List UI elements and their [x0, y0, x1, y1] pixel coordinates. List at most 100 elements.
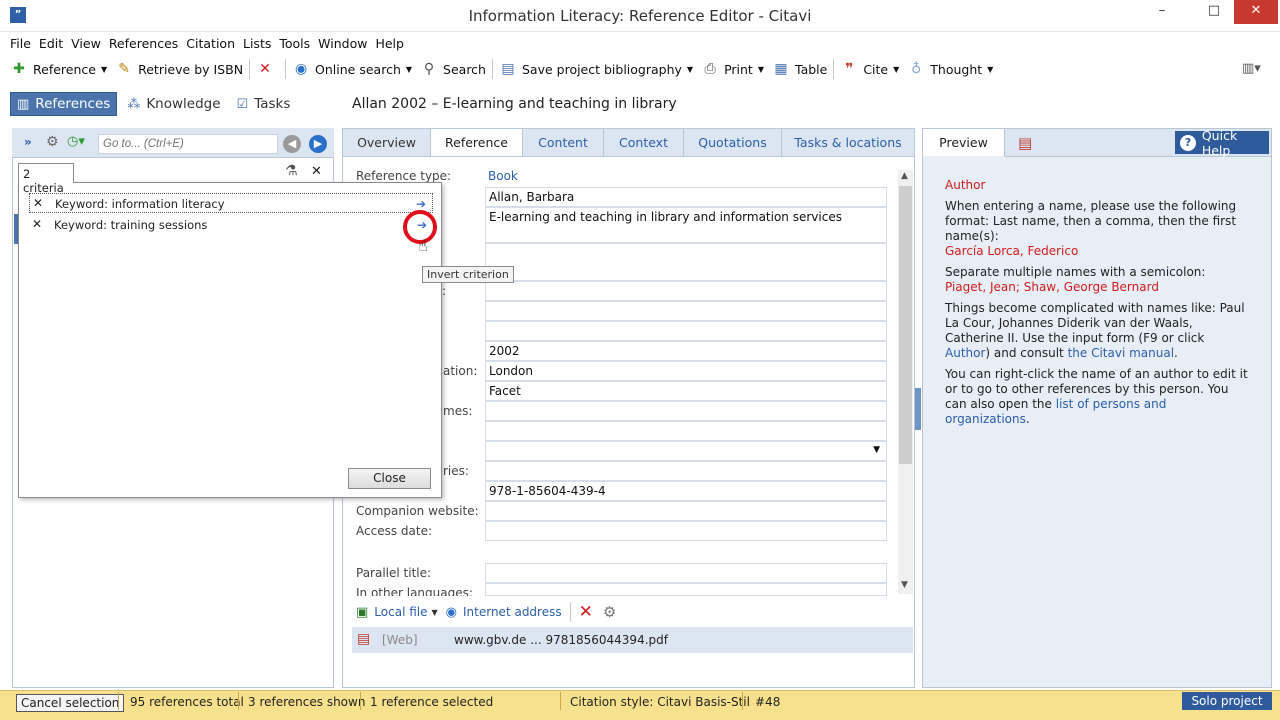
scrollbar-thumb[interactable] — [899, 186, 912, 464]
section-tasks[interactable]: ☑ Tasks — [231, 93, 297, 115]
translators-field[interactable] — [485, 421, 887, 441]
add-reference-button[interactable]: ✚ Reference ▼ — [10, 61, 107, 77]
table-button[interactable]: ▦ Table — [772, 61, 827, 77]
help-text-segment: When entering a name, please use the fol… — [945, 199, 1237, 243]
gear-icon[interactable]: ⚙ — [603, 603, 616, 621]
tab-tasks-locations[interactable]: Tasks & locations — [782, 128, 915, 157]
criteria-count-tab[interactable]: 2 criteria — [18, 163, 74, 195]
maximize-button[interactable]: □ — [1196, 0, 1232, 24]
scroll-down-icon[interactable]: ▼ — [901, 580, 908, 590]
search-button[interactable]: ⚲ Search — [420, 61, 486, 77]
access-date-field[interactable] — [485, 521, 887, 541]
isbn-field[interactable]: 978-1-85604-439-4 — [485, 481, 887, 501]
history-icon[interactable]: ◷▾ — [67, 134, 85, 149]
gear-icon[interactable]: ⚙ — [46, 134, 59, 150]
delete-button[interactable]: ✕ — [256, 61, 279, 77]
close-criteria-button[interactable]: Close — [348, 468, 431, 489]
volumes-field[interactable] — [485, 321, 887, 341]
title-field[interactable]: E-learning and teaching in library and i… — [485, 207, 887, 243]
invert-criterion-icon[interactable]: ➔ — [416, 197, 426, 211]
tab-content[interactable]: Content — [523, 128, 604, 157]
remove-criterion-icon[interactable]: ✕ — [32, 217, 42, 231]
author-field[interactable]: Allan, Barbara — [485, 187, 887, 207]
tab-reference[interactable]: Reference — [431, 128, 523, 157]
citavi-manual-link[interactable]: the Citavi manual — [1068, 346, 1174, 360]
other-languages-field[interactable] — [485, 583, 887, 596]
criterion-row[interactable]: ✕ Keyword: information literacy ➔ — [29, 193, 433, 213]
layout-toggle-icon[interactable]: ▥▾ — [1242, 61, 1261, 76]
menu-window[interactable]: Window — [314, 33, 371, 51]
print-label: Print — [724, 61, 753, 77]
series-label-fragment: ries: — [443, 464, 469, 478]
quick-help-button[interactable]: ? Quick Help — [1175, 128, 1269, 158]
cancel-selection-button[interactable]: Cancel selection — [16, 694, 125, 712]
magnifier-icon: ⚲ — [423, 61, 435, 77]
back-icon[interactable]: ◀ — [283, 135, 301, 153]
search-label: Search — [443, 61, 486, 77]
online-search-button[interactable]: ◉ Online search ▼ — [292, 61, 412, 77]
tab-quotations[interactable]: Quotations — [684, 128, 782, 157]
scroll-up-icon[interactable]: ▲ — [901, 171, 908, 181]
close-window-button[interactable]: ✕ — [1234, 0, 1278, 24]
solo-project-badge[interactable]: Solo project — [1182, 692, 1272, 710]
author-link[interactable]: Author — [945, 346, 985, 360]
retrieve-by-isbn-button[interactable]: ✎ Retrieve by ISBN — [115, 61, 243, 77]
reference-type-link[interactable]: Book — [488, 169, 518, 183]
section-references[interactable]: ▥ References — [10, 92, 118, 116]
go-to-search-input[interactable] — [98, 134, 278, 154]
menu-references[interactable]: References — [105, 33, 182, 51]
window-title: Information Literacy: Reference Editor -… — [468, 7, 812, 25]
menu-tools[interactable]: Tools — [275, 33, 314, 51]
menu-lists[interactable]: Lists — [239, 33, 275, 51]
editors-label-fragment: mes: — [443, 404, 473, 418]
cite-button[interactable]: ❞ Cite ▼ — [840, 61, 899, 77]
place-field[interactable]: London — [485, 361, 887, 381]
clear-filter-icon[interactable]: ✕ — [311, 164, 322, 179]
menu-edit[interactable]: Edit — [35, 33, 67, 51]
tab-overview[interactable]: Overview — [342, 128, 431, 157]
year-field[interactable]: 2002 — [485, 341, 887, 361]
pane-splitter[interactable] — [915, 388, 921, 430]
forward-icon[interactable]: ▶ — [309, 135, 327, 153]
table-label: Table — [795, 61, 828, 77]
local-file-button[interactable]: Local file — [374, 605, 427, 619]
tab-preview[interactable]: Preview — [922, 128, 1005, 157]
subtitle-field[interactable] — [485, 243, 887, 281]
menu-file[interactable]: File — [0, 33, 35, 51]
print-button[interactable]: ⎙ Print ▼ — [701, 61, 764, 77]
companion-website-field[interactable] — [485, 501, 887, 521]
editors-field[interactable] — [485, 401, 887, 421]
help-paragraph: You can right-click the name of an autho… — [945, 367, 1250, 427]
status-separator — [742, 692, 743, 710]
knowledge-icon: ⁂ — [127, 96, 141, 112]
delete-attachment-icon[interactable]: ✕ — [579, 602, 593, 622]
menu-help[interactable]: Help — [371, 33, 408, 51]
invert-criterion-tooltip: Invert criterion — [422, 266, 514, 283]
publisher-field[interactable]: Facet — [485, 381, 887, 401]
checklist-icon: ☑ — [236, 96, 249, 112]
section-knowledge[interactable]: ⁂ Knowledge — [121, 93, 226, 115]
reference-type-label: Reference type: — [356, 169, 452, 183]
save-bibliography-button[interactable]: ▤ Save project bibliography ▼ — [499, 61, 693, 77]
attachment-row[interactable]: ▤ [Web] www.gbv.de ... 9781856044394.pdf — [352, 627, 913, 653]
pdf-icon[interactable]: ▤ — [1018, 134, 1032, 152]
menu-view[interactable]: View — [67, 33, 105, 51]
expand-icon[interactable]: » — [24, 135, 32, 149]
criterion-row[interactable]: ✕ Keyword: training sessions ➔ — [29, 215, 433, 235]
toolbar-separator — [569, 602, 571, 622]
title-supplement-field[interactable] — [485, 281, 887, 301]
attachment-address[interactable]: www.gbv.de ... 9781856044394.pdf — [454, 633, 668, 647]
thought-button[interactable]: ♁ Thought ▼ — [907, 61, 993, 77]
menu-citation[interactable]: Citation — [182, 33, 239, 51]
filter-icon[interactable]: ⚗ — [285, 163, 298, 179]
remove-criterion-icon[interactable]: ✕ — [33, 196, 43, 210]
series-field[interactable] — [485, 461, 887, 481]
edition-field[interactable] — [485, 301, 887, 321]
language-select[interactable]: ▼ — [485, 441, 887, 461]
chevron-down-icon[interactable]: ▼ — [432, 608, 438, 617]
citation-style[interactable]: Citation style: Citavi Basis-Stil — [570, 694, 750, 709]
tab-context[interactable]: Context — [604, 128, 684, 157]
internet-address-button[interactable]: Internet address — [463, 605, 562, 619]
minimize-button[interactable]: – — [1144, 0, 1180, 24]
parallel-title-field[interactable] — [485, 563, 887, 583]
